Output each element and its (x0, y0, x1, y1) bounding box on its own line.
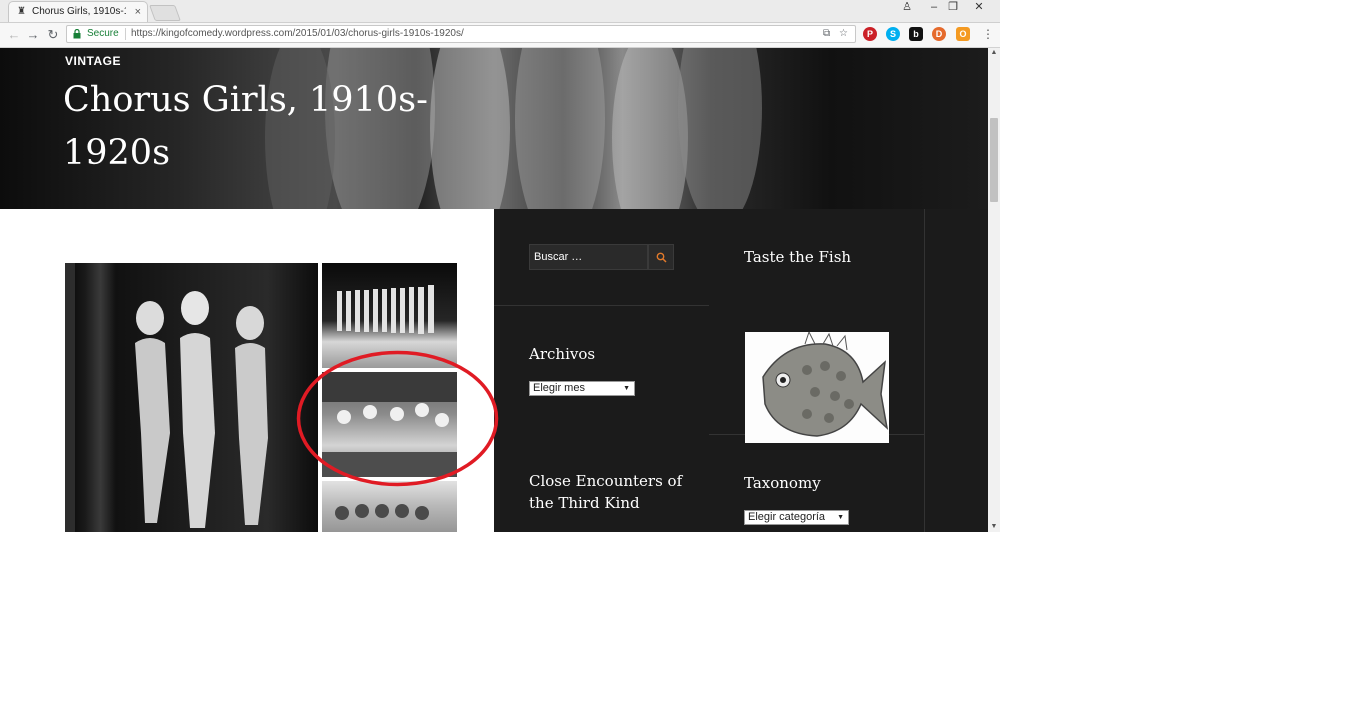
browser-menu-icon[interactable]: ⋮ (982, 27, 994, 41)
bookmark-star-icon[interactable]: ☆ (839, 27, 848, 41)
tab-strip: ♜ Chorus Girls, 1910s-1920s × ♙ – ❐ ✕ (0, 0, 1000, 23)
scroll-up-arrow-icon[interactable]: ▲ (988, 48, 1000, 58)
post-title: Chorus Girls, 1910s-1920s (63, 80, 428, 173)
red-annotation-circle (296, 350, 499, 487)
taxonomy-category-select[interactable]: Elegir categoría ▼ (744, 510, 849, 525)
maximize-button[interactable]: ❐ (944, 0, 962, 14)
archives-widget-title: Archivos (529, 345, 596, 363)
close-encounters-widget-title: Close Encounters of the Third Kind (529, 472, 683, 512)
address-bar[interactable]: Secure https://kingofcomedy.wordpress.co… (66, 25, 856, 43)
forward-button[interactable]: → (25, 26, 41, 44)
browser-window: ♜ Chorus Girls, 1910s-1920s × ♙ – ❐ ✕ ← … (0, 0, 1000, 532)
search-input[interactable] (529, 244, 648, 270)
gallery-image-three-chorus-girls[interactable] (65, 263, 318, 532)
minimize-button[interactable]: – (925, 0, 943, 14)
scroll-down-arrow-icon[interactable]: ▼ (988, 522, 1000, 532)
url-text[interactable]: https://kingofcomedy.wordpress.com/2015/… (131, 28, 464, 39)
search-form (529, 244, 674, 270)
taxonomy-widget-title: Taxonomy (744, 474, 821, 492)
close-window-button[interactable]: ✕ (968, 0, 990, 14)
pinterest-extension-icon[interactable]: P (863, 27, 877, 41)
gallery-image-group-portrait[interactable] (322, 481, 457, 532)
browser-tab[interactable]: ♜ Chorus Girls, 1910s-1920s × (8, 1, 148, 22)
taste-the-fish-widget-title: Taste the Fish (744, 248, 852, 266)
sidebar-column-divider (924, 209, 925, 532)
reload-button[interactable]: ↻ (45, 26, 61, 44)
post-category-link[interactable]: VINTAGE (65, 54, 121, 68)
translate-icon[interactable]: ⧉ (823, 27, 830, 41)
taxonomy-select-value: Elegir categoría (748, 511, 826, 523)
fish-illustration[interactable] (745, 332, 889, 443)
duckduckgo-extension-icon[interactable]: D (932, 27, 946, 41)
omnibox-separator (125, 28, 126, 40)
back-button[interactable]: ← (6, 26, 22, 44)
new-tab-button[interactable] (149, 5, 181, 21)
sidebar: Archivos Elegir mes ▼ Close Encounters o… (494, 209, 988, 532)
page-scrollbar[interactable]: ▲ ▼ (988, 48, 1000, 532)
lock-icon (73, 28, 81, 39)
select-arrow-icon: ▼ (837, 514, 844, 521)
user-profile-icon[interactable]: ♙ (898, 0, 916, 14)
skype-extension-icon[interactable]: S (886, 27, 900, 41)
archives-select-value: Elegir mes (533, 382, 585, 394)
tab-title: Chorus Girls, 1910s-1920s (32, 6, 126, 17)
secure-label: Secure (87, 28, 119, 39)
search-button[interactable] (648, 244, 674, 270)
browser-toolbar: ← → ↻ Secure https://kingofcomedy.wordpr… (0, 23, 1000, 48)
b-extension-icon[interactable]: b (909, 27, 923, 41)
scrollbar-thumb[interactable] (990, 118, 998, 202)
archives-month-select[interactable]: Elegir mes ▼ (529, 381, 635, 396)
tab-close-icon[interactable]: × (135, 5, 141, 19)
search-icon (656, 252, 667, 263)
widget-divider (494, 305, 709, 306)
orange-extension-icon[interactable]: O (956, 27, 970, 41)
select-arrow-icon: ▼ (623, 385, 630, 392)
post-header-image: VINTAGE Chorus Girls, 1910s-1920s (0, 48, 988, 209)
favicon-icon: ♜ (17, 6, 26, 17)
